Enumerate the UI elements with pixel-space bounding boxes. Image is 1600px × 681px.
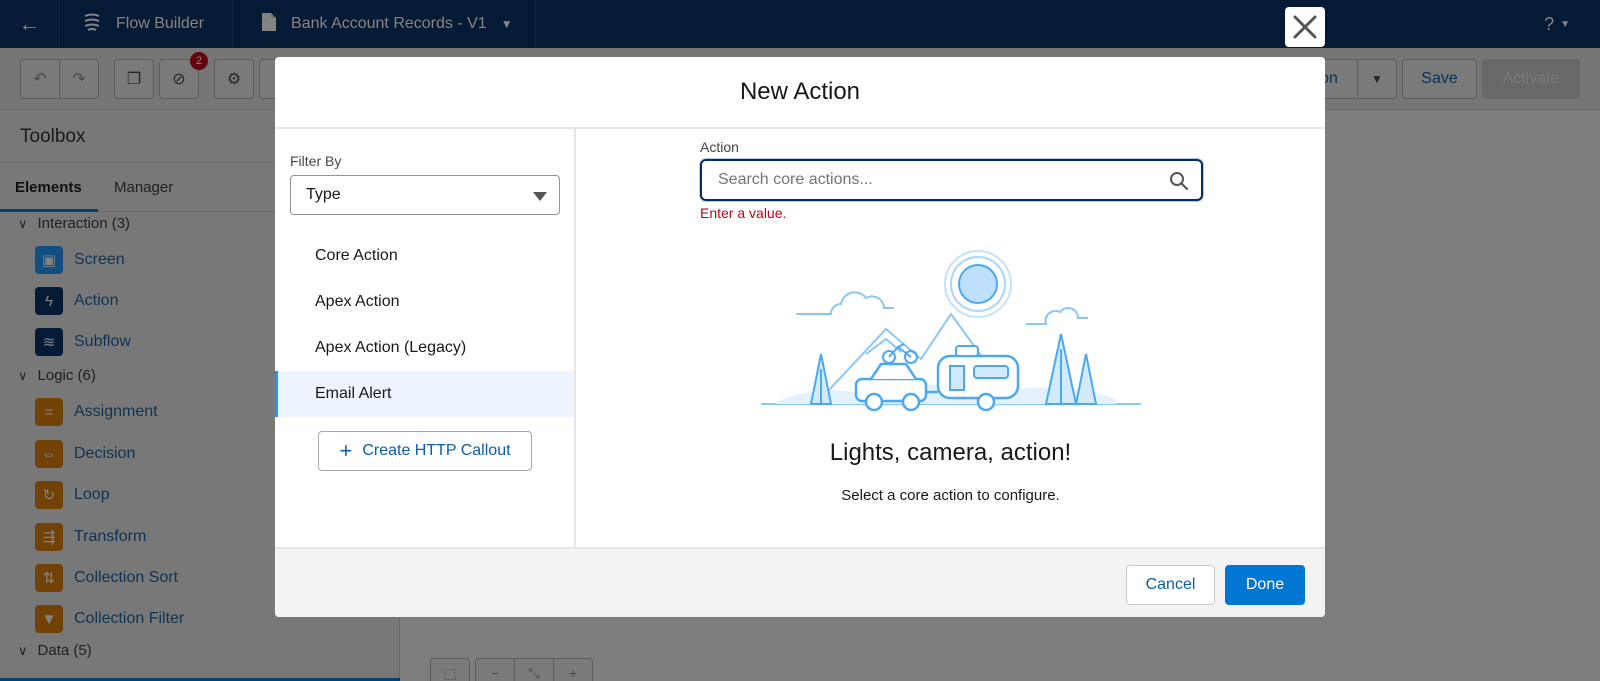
empty-state-subtitle: Select a core action to configure. (841, 487, 1060, 504)
empty-state-illustration (761, 250, 1141, 412)
close-icon (1293, 15, 1317, 39)
search-icon[interactable] (1169, 171, 1189, 196)
type-apex-action-legacy[interactable]: Apex Action (Legacy) (275, 325, 574, 371)
filter-panel: Filter By Type Core Action Apex Action A… (275, 129, 576, 547)
cancel-button[interactable]: Cancel (1126, 565, 1215, 605)
empty-state-title: Lights, camera, action! (829, 439, 1072, 466)
action-search-field[interactable] (700, 159, 1203, 201)
filter-by-select[interactable]: Type (290, 175, 560, 215)
action-panel: Action Enter a value. (576, 129, 1325, 547)
filter-by-value: Type (306, 186, 341, 203)
validation-error: Enter a value. (700, 205, 787, 221)
action-field-label: Action (700, 139, 739, 155)
filter-by-label: Filter By (290, 153, 342, 169)
new-action-modal: New Action Filter By Type Core Action Ap… (275, 57, 1325, 617)
modal-footer: Cancel Done (275, 547, 1325, 617)
create-http-callout-label: Create HTTP Callout (362, 442, 511, 459)
create-http-callout-button[interactable]: + Create HTTP Callout (318, 431, 532, 471)
caret-down-icon (533, 192, 547, 201)
action-search-input[interactable] (718, 171, 1158, 189)
type-email-alert[interactable]: Email Alert (275, 371, 574, 417)
plus-icon: + (339, 438, 353, 463)
type-apex-action[interactable]: Apex Action (275, 279, 574, 325)
modal-title: New Action (275, 57, 1325, 129)
modal-close-button[interactable] (1285, 7, 1325, 47)
type-core-action[interactable]: Core Action (275, 233, 574, 279)
done-button[interactable]: Done (1225, 565, 1305, 605)
